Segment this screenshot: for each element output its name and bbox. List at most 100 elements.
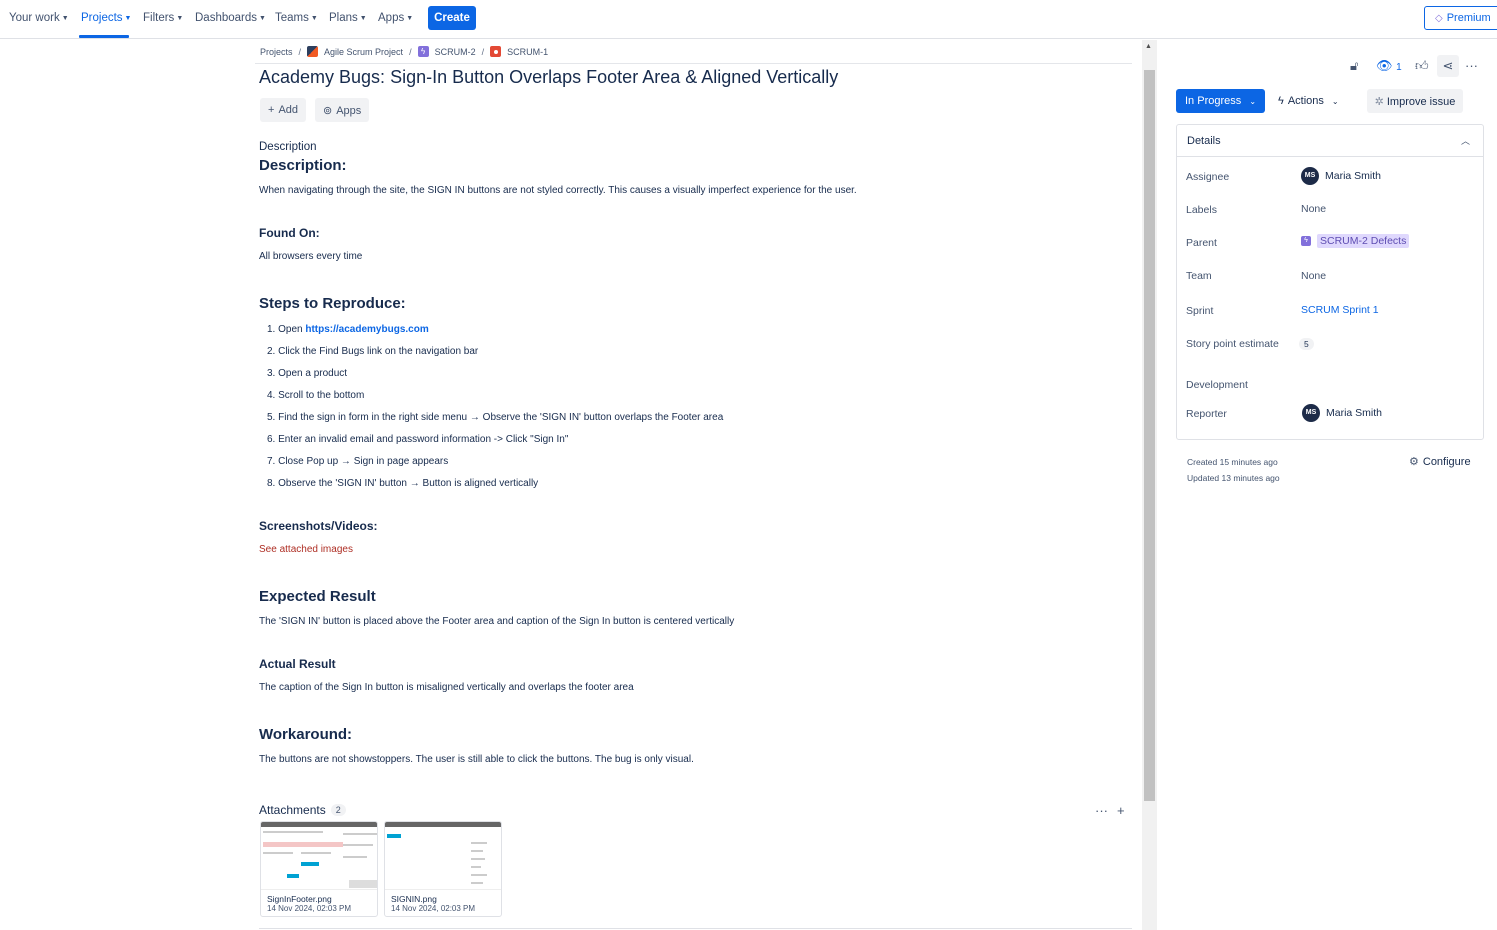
details-heading: Details: [1187, 135, 1221, 147]
thumbs-up-icon[interactable]: 👍︎: [1415, 58, 1429, 74]
step-item: 2. Click the Find Bugs link on the navig…: [267, 346, 479, 357]
apps-label: Apps: [336, 104, 362, 117]
breadcrumb-parent[interactable]: SCRUM-2: [435, 47, 476, 57]
status-button[interactable]: In Progress ⌄: [1176, 89, 1265, 113]
plus-icon: +: [268, 104, 275, 116]
screenshot-preview: [261, 822, 377, 890]
step-item: 5. Find the sign in form in the right si…: [267, 412, 724, 423]
nav-filters[interactable]: Filters ▼: [143, 12, 183, 24]
lock-icon[interactable]: 🔓︎: [1350, 58, 1358, 74]
sprint-label: Sprint: [1186, 305, 1214, 317]
breadcrumb-separator: /: [481, 46, 485, 57]
step-item: 4. Scroll to the bottom: [267, 390, 365, 401]
add-label: Add: [278, 104, 299, 116]
improve-label: Improve issue: [1386, 95, 1456, 108]
breadcrumb-projects[interactable]: Projects: [260, 47, 293, 57]
epic-lightning-icon: ϟ: [417, 46, 429, 57]
step-item: 3. Open a product: [267, 368, 348, 379]
updated-timestamp: Updated 13 minutes ago: [1187, 473, 1280, 483]
status-label: In Progress: [1185, 95, 1242, 107]
improve-issue-button[interactable]: ✲ Improve issue: [1367, 89, 1463, 113]
nav-apps[interactable]: Apps ▼: [378, 12, 413, 24]
plus-icon[interactable]: +: [1117, 803, 1125, 818]
preview-line: [301, 852, 331, 854]
story-points-value[interactable]: 5: [1299, 338, 1314, 350]
premium-button[interactable]: ◇ Premium: [1424, 6, 1497, 30]
preview-bar: [385, 822, 501, 827]
step-item: 8. Observe the 'SIGN IN' button → Button…: [267, 478, 539, 489]
premium-label: Premium: [1446, 12, 1491, 24]
attachment-thumbnail[interactable]: SIGNIN.png 14 Nov 2024, 02:03 PM: [384, 821, 502, 917]
labels-value[interactable]: None: [1301, 203, 1326, 215]
attachment-date: 14 Nov 2024, 02:03 PM: [267, 904, 352, 913]
scroll-up-arrow-icon[interactable]: ▲: [1145, 43, 1152, 50]
sparkle-icon: ✲: [1374, 95, 1384, 108]
watch-button[interactable]: 👁︎ 1: [1376, 58, 1402, 74]
reporter-value[interactable]: MS Maria Smith: [1302, 404, 1382, 422]
more-icon[interactable]: ···: [1465, 58, 1478, 73]
story-points-label: Story point estimate: [1186, 338, 1279, 350]
found-on-heading: Found On:: [259, 226, 320, 240]
gear-icon: ⚙: [1409, 456, 1419, 468]
academybugs-link[interactable]: https://academybugs.com: [305, 324, 428, 335]
assignee-name: Maria Smith: [1325, 169, 1382, 182]
preview-block: [349, 880, 377, 888]
expected-heading: Expected Result: [259, 588, 376, 605]
diamond-icon: ◇: [1435, 13, 1443, 24]
chevron-down-icon: ▼: [124, 15, 132, 22]
attachment-date: 14 Nov 2024, 02:03 PM: [391, 904, 476, 913]
details-header[interactable]: Details ︿: [1177, 125, 1483, 157]
preview-line: [263, 852, 293, 854]
nav-your-work[interactable]: Your work ▼: [9, 12, 69, 24]
configure-button[interactable]: ⚙ Configure: [1409, 455, 1471, 468]
nav-label: Filters: [143, 12, 175, 24]
nav-plans[interactable]: Plans ▼: [329, 12, 367, 24]
breadcrumb-issue[interactable]: SCRUM-1: [507, 47, 548, 57]
actions-label: Actions: [1287, 95, 1324, 107]
sprint-link[interactable]: SCRUM Sprint 1: [1301, 304, 1379, 316]
share-icon[interactable]: ⋖: [1437, 55, 1459, 77]
top-navigation: Your work ▼ Projects ▼ Filters ▼ Dashboards…: [0, 0, 1497, 39]
chevron-up-icon[interactable]: ︿: [1461, 134, 1470, 147]
actions-button[interactable]: ϟ Actions ⌄: [1278, 89, 1339, 113]
breadcrumb-separator: /: [409, 46, 412, 57]
more-icon[interactable]: ···: [1095, 803, 1108, 818]
description-field-label: Description: [259, 141, 317, 153]
preview-line: [471, 842, 487, 844]
apps-button[interactable]: ⊚ Apps: [315, 98, 370, 122]
project-icon: [307, 46, 319, 57]
breadcrumb-project[interactable]: Agile Scrum Project: [324, 47, 403, 57]
chevron-down-icon: ▼: [310, 15, 318, 22]
nav-projects[interactable]: Projects ▼: [81, 12, 131, 24]
preview-line: [471, 858, 485, 860]
add-button[interactable]: + Add: [260, 98, 307, 122]
attachment-filename: SIGNIN.png: [391, 894, 437, 904]
screenshots-heading: Screenshots/Videos:: [259, 519, 378, 533]
avatar: MS: [1301, 167, 1319, 185]
preview-highlight: [263, 842, 343, 847]
preview-line: [343, 856, 367, 858]
steps-heading: Steps to Reproduce:: [259, 295, 406, 312]
chevron-down-icon: ▼: [176, 15, 184, 22]
preview-button: [301, 862, 319, 866]
assignee-value[interactable]: MS Maria Smith: [1301, 167, 1381, 185]
chevron-down-icon: ▼: [259, 15, 266, 22]
nav-teams[interactable]: Teams ▼: [275, 12, 318, 24]
team-value[interactable]: None: [1301, 270, 1326, 282]
preview-line: [263, 831, 323, 833]
apps-icon: ⊚: [323, 104, 333, 117]
nav-label: Teams: [275, 12, 309, 24]
watch-count: 1: [1396, 62, 1402, 73]
nav-dashboards[interactable]: Dashboards ▼: [195, 12, 266, 24]
create-button[interactable]: Create: [428, 6, 476, 30]
attachment-thumbnail[interactable]: SignInFooter.png 14 Nov 2024, 02:03 PM: [260, 821, 378, 917]
parent-value[interactable]: ϟ SCRUM-2 Defects: [1301, 234, 1410, 248]
nav-label: Apps: [378, 12, 405, 24]
issue-title[interactable]: Academy Bugs: Sign-In Button Overlaps Fo…: [259, 67, 838, 88]
step-item: 6. Enter an invalid email and password i…: [267, 434, 569, 445]
nav-active-indicator: [79, 35, 129, 38]
chevron-down-icon: ▼: [61, 15, 69, 22]
step-item: 7. Close Pop up → Sign in page appears: [267, 456, 449, 467]
scrollbar-thumb[interactable]: [1144, 70, 1155, 801]
preview-line: [471, 866, 481, 868]
